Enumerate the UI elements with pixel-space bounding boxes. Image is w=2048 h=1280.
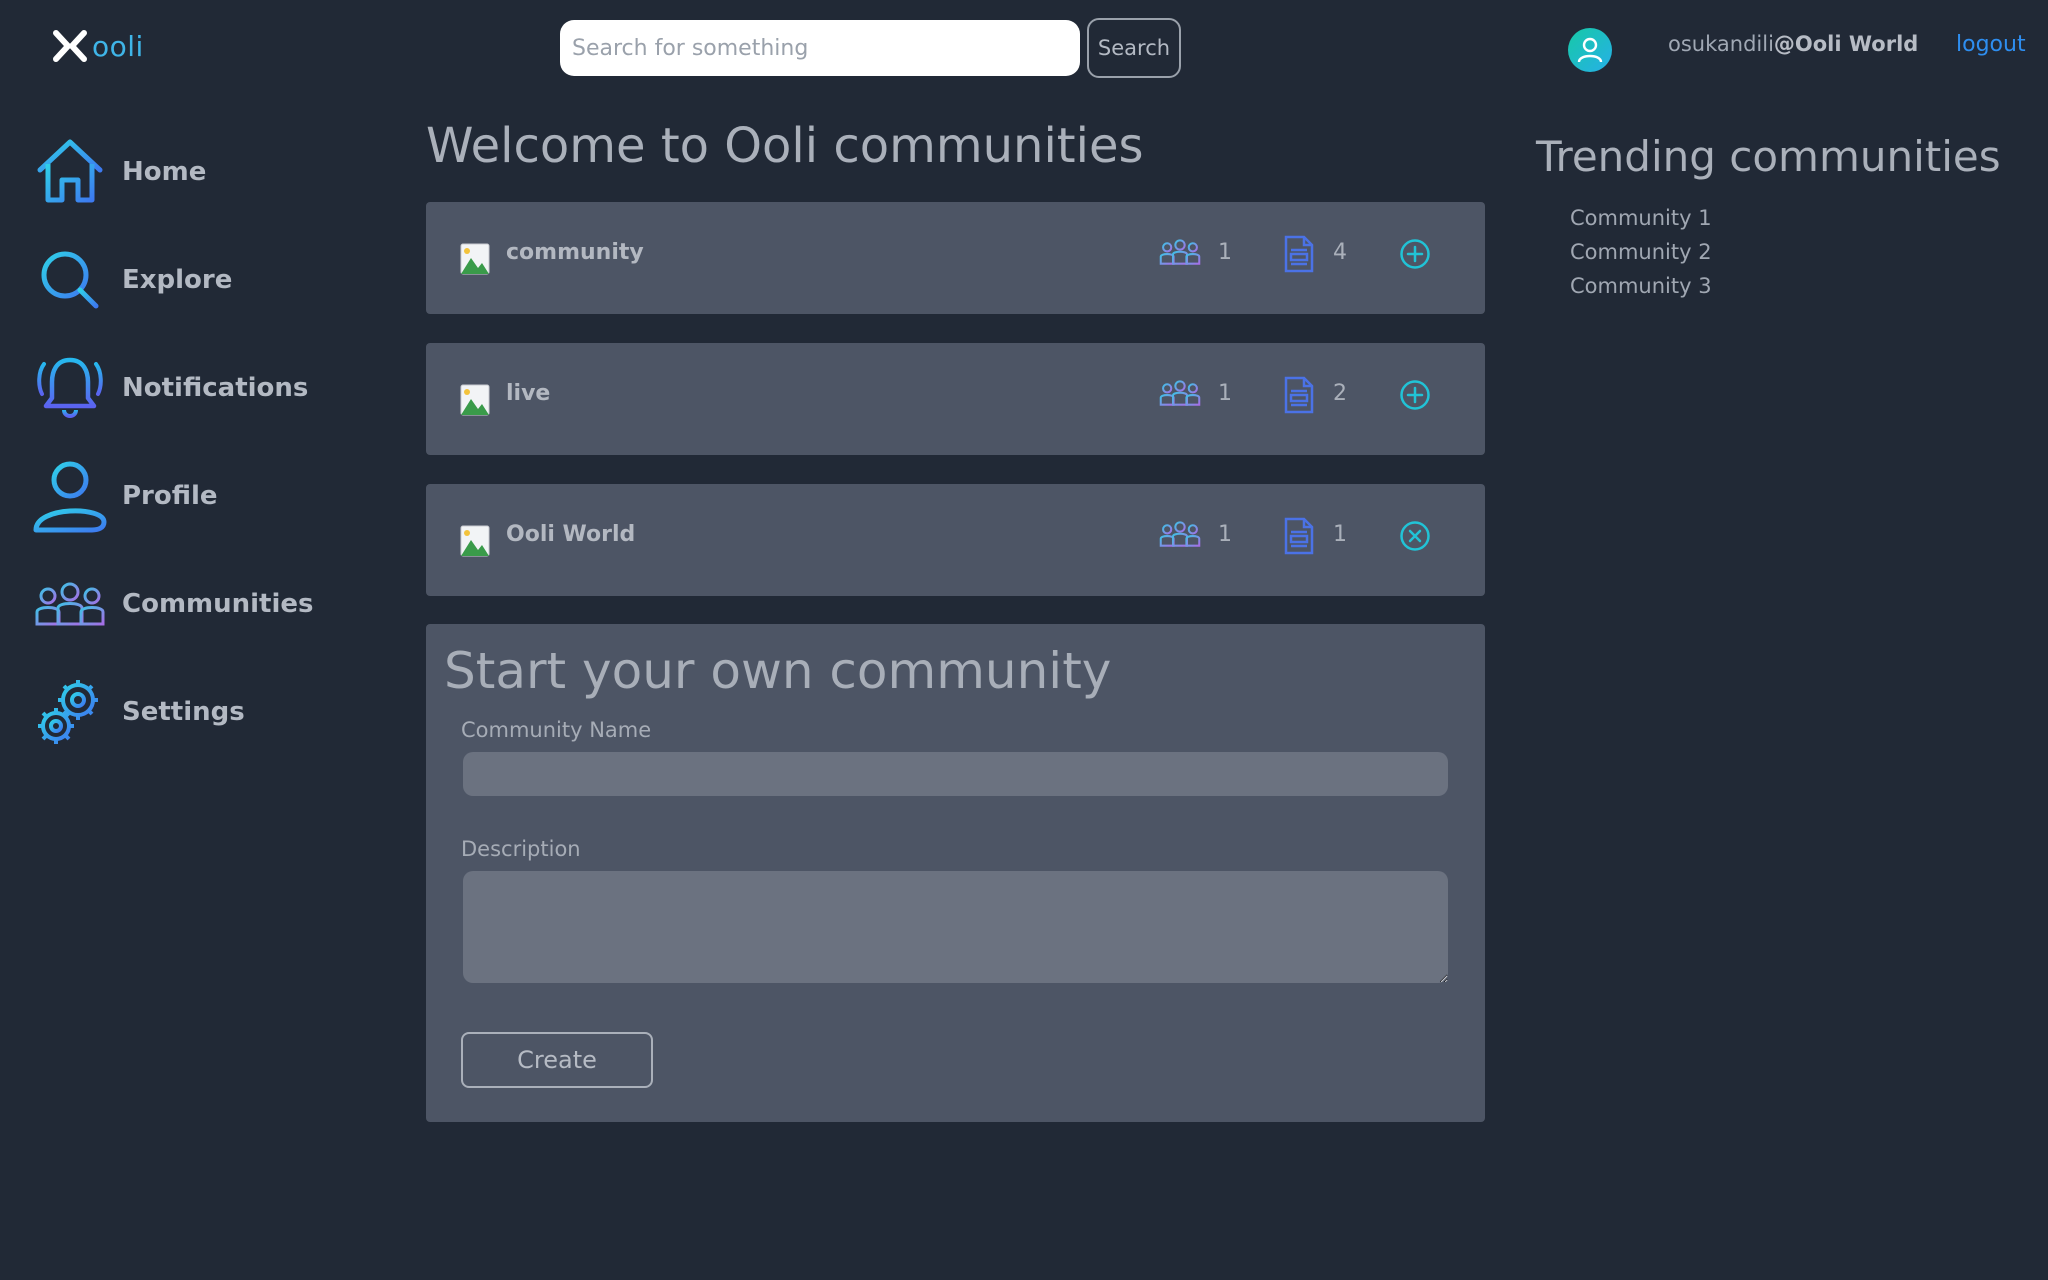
- page-title: Welcome to Ooli communities: [426, 118, 1144, 174]
- trending-item[interactable]: Community 3: [1570, 274, 1712, 298]
- description-field[interactable]: [463, 871, 1448, 983]
- community-card[interactable]: community 1 4: [426, 202, 1485, 314]
- logout-link[interactable]: logout: [1956, 32, 2026, 57]
- create-community-title: Start your own community: [444, 642, 1112, 700]
- logo-text: ooli: [92, 29, 144, 63]
- search-icon: [32, 242, 108, 318]
- community-card[interactable]: Ooli World 1 1: [426, 484, 1485, 596]
- community-name[interactable]: live: [506, 381, 550, 406]
- members-count: 1: [1218, 381, 1232, 406]
- community-card[interactable]: live 1 2: [426, 343, 1485, 455]
- user-avatar-icon: [1577, 37, 1603, 63]
- posts-count: 2: [1333, 381, 1347, 406]
- members-icon: [1159, 521, 1201, 547]
- trending-item[interactable]: Community 2: [1570, 240, 1712, 264]
- image-placeholder-icon: [460, 384, 490, 416]
- trending-item[interactable]: Community 1: [1570, 206, 1712, 230]
- create-community-panel: Start your own community Community Name …: [426, 624, 1485, 1122]
- description-label: Description: [461, 837, 581, 861]
- search-input[interactable]: [560, 20, 1080, 76]
- ooli-logo[interactable]: ooli: [52, 28, 144, 64]
- members-count: 1: [1218, 522, 1232, 547]
- trending-title: Trending communities: [1536, 132, 2001, 181]
- user-icon: [32, 458, 108, 534]
- search-button[interactable]: Search: [1087, 18, 1181, 78]
- username-text: osukandili: [1668, 32, 1774, 56]
- user-community-text: @Ooli World: [1773, 32, 1919, 56]
- members-icon: [1159, 380, 1201, 406]
- members-icon: [1159, 239, 1201, 265]
- community-name[interactable]: Ooli World: [506, 522, 635, 547]
- posts-icon: [1284, 517, 1314, 555]
- create-button[interactable]: Create: [461, 1032, 653, 1088]
- posts-icon: [1284, 235, 1314, 273]
- community-name-field[interactable]: [463, 752, 1448, 796]
- current-user: osukandili@Ooli World: [1668, 32, 1918, 56]
- members-count: 1: [1218, 240, 1232, 265]
- community-name[interactable]: community: [506, 240, 644, 265]
- join-community-icon[interactable]: [1399, 238, 1431, 270]
- sidebar-item-notifications[interactable]: Notifications: [32, 350, 308, 426]
- home-icon: [32, 134, 108, 210]
- sidebar-item-label: Explore: [122, 265, 233, 295]
- gear-icon: [32, 674, 108, 750]
- avatar[interactable]: [1568, 28, 1612, 72]
- leave-community-icon[interactable]: [1399, 520, 1431, 552]
- image-placeholder-icon: [460, 525, 490, 557]
- sidebar-item-home[interactable]: Home: [32, 134, 206, 210]
- posts-count: 4: [1333, 240, 1347, 265]
- bell-icon: [32, 350, 108, 426]
- sidebar-item-explore[interactable]: Explore: [32, 242, 232, 318]
- posts-icon: [1284, 376, 1314, 414]
- posts-count: 1: [1333, 522, 1347, 547]
- sidebar-item-profile[interactable]: Profile: [32, 458, 218, 534]
- sidebar-item-label: Profile: [122, 481, 218, 511]
- logo-mark-icon: [53, 30, 87, 62]
- sidebar-item-communities[interactable]: Communities: [32, 566, 314, 642]
- people-icon: [32, 566, 108, 642]
- sidebar-item-label: Settings: [122, 697, 245, 727]
- join-community-icon[interactable]: [1399, 379, 1431, 411]
- sidebar-item-settings[interactable]: Settings: [32, 674, 245, 750]
- image-placeholder-icon: [460, 243, 490, 275]
- sidebar-item-label: Notifications: [122, 373, 309, 403]
- sidebar-item-label: Communities: [122, 589, 314, 619]
- sidebar-item-label: Home: [122, 157, 207, 187]
- community-name-label: Community Name: [461, 718, 652, 742]
